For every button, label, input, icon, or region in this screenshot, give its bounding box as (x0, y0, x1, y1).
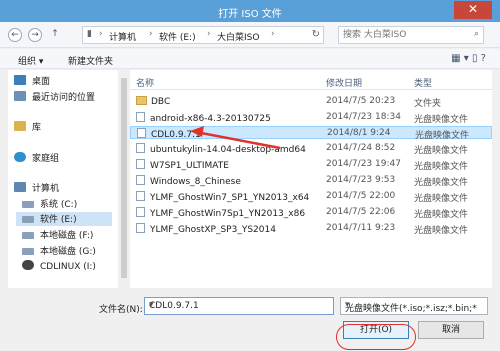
breadcrumb-folder[interactable]: 大白菜ISO (217, 30, 259, 43)
search-input[interactable] (343, 29, 463, 41)
search-icon: ⌕ (473, 29, 479, 39)
sidebar-item-drive-f[interactable]: 本地磁盘 (F:) (22, 228, 93, 242)
filename-field[interactable]: CDL0.9.7.1 ▾ (144, 297, 334, 315)
sidebar-item-recent[interactable]: 最近访问的位置 (14, 90, 95, 104)
close-button[interactable]: ✕ (454, 1, 492, 19)
annotation-circle (336, 324, 416, 350)
sidebar-item-computer[interactable]: 计算机 (14, 181, 59, 195)
file-list: 名称 修改日期 类型 DBC 2014/7/5 20:23 文件夹 androi… (130, 70, 492, 288)
sidebar-item-cdlinux[interactable]: CDLINUX (I:) (22, 260, 96, 274)
search-box[interactable]: ⌕ (338, 26, 484, 44)
navigation-pane: 桌面 最近访问的位置 库 家庭组 计算机 系统 (C:) 软件 (E:) 本地磁… (8, 70, 118, 288)
title-bar: 打开 ISO 文件 ✕ (0, 0, 500, 22)
new-folder-button[interactable]: 新建文件夹 (68, 54, 113, 67)
window-title: 打开 ISO 文件 (218, 9, 282, 20)
drive-icon (22, 232, 34, 239)
disc-drive-icon (22, 260, 34, 270)
organize-button[interactable]: 组织 ▾ (18, 54, 43, 67)
recent-places-icon (14, 91, 26, 101)
up-arrow-icon[interactable]: ↑ (48, 28, 62, 42)
sidebar-item-homegroup[interactable]: 家庭组 (14, 151, 59, 165)
sidebar-item-library[interactable]: 库 (14, 120, 41, 134)
sidebar-scrollbar[interactable] (119, 70, 129, 288)
cancel-button[interactable]: 取消 (418, 321, 484, 339)
sidebar-item-desktop[interactable]: 桌面 (14, 74, 50, 88)
sidebar-item-drive-c[interactable]: 系统 (C:) (22, 197, 77, 211)
view-options-icon[interactable]: ▦ ▾ ▯ ? (451, 53, 486, 64)
address-bar[interactable]: ▮ › 计算机 › 软件 (E:) › 大白菜ISO › ↻ (82, 26, 324, 44)
folder-icon: ▮ (87, 29, 92, 39)
annotation-arrow (190, 126, 281, 150)
back-arrow-icon[interactable]: ← (8, 28, 22, 42)
refresh-icon[interactable]: ↻ (312, 29, 320, 40)
footer: 文件名(N): CDL0.9.7.1 ▾ 光盘映像文件(*.iso;*.isz;… (0, 289, 500, 351)
desktop-icon (14, 75, 26, 85)
breadcrumb-computer[interactable]: 计算机 (109, 30, 136, 43)
toolbar: 组织 ▾ 新建文件夹 ▦ ▾ ▯ ? (0, 49, 500, 69)
open-iso-dialog: 打开 ISO 文件 ✕ ← → ↑ ▮ › 计算机 › 软件 (E:) › 大白… (0, 0, 500, 351)
library-icon (14, 121, 26, 131)
forward-arrow-icon[interactable]: → (28, 28, 42, 42)
drive-icon (22, 216, 34, 223)
breadcrumb-drive[interactable]: 软件 (E:) (159, 30, 196, 43)
scrollbar-thumb[interactable] (121, 78, 127, 278)
drive-icon (22, 201, 34, 208)
chevron-down-icon: ▾ (345, 300, 350, 310)
homegroup-icon (14, 152, 26, 162)
computer-icon (14, 182, 26, 192)
filetype-select[interactable]: 光盘映像文件(*.iso;*.isz;*.bin;* ▾ (340, 297, 488, 315)
sidebar-item-drive-g[interactable]: 本地磁盘 (G:) (22, 244, 96, 258)
address-row: ← → ↑ ▮ › 计算机 › 软件 (E:) › 大白菜ISO › ↻ ⌕ (0, 22, 500, 48)
sidebar-item-drive-e[interactable]: 软件 (E:) (16, 212, 112, 226)
chevron-down-icon[interactable]: ▾ (149, 300, 330, 310)
filename-label: 文件名(N): (99, 305, 143, 315)
drive-icon (22, 248, 34, 255)
